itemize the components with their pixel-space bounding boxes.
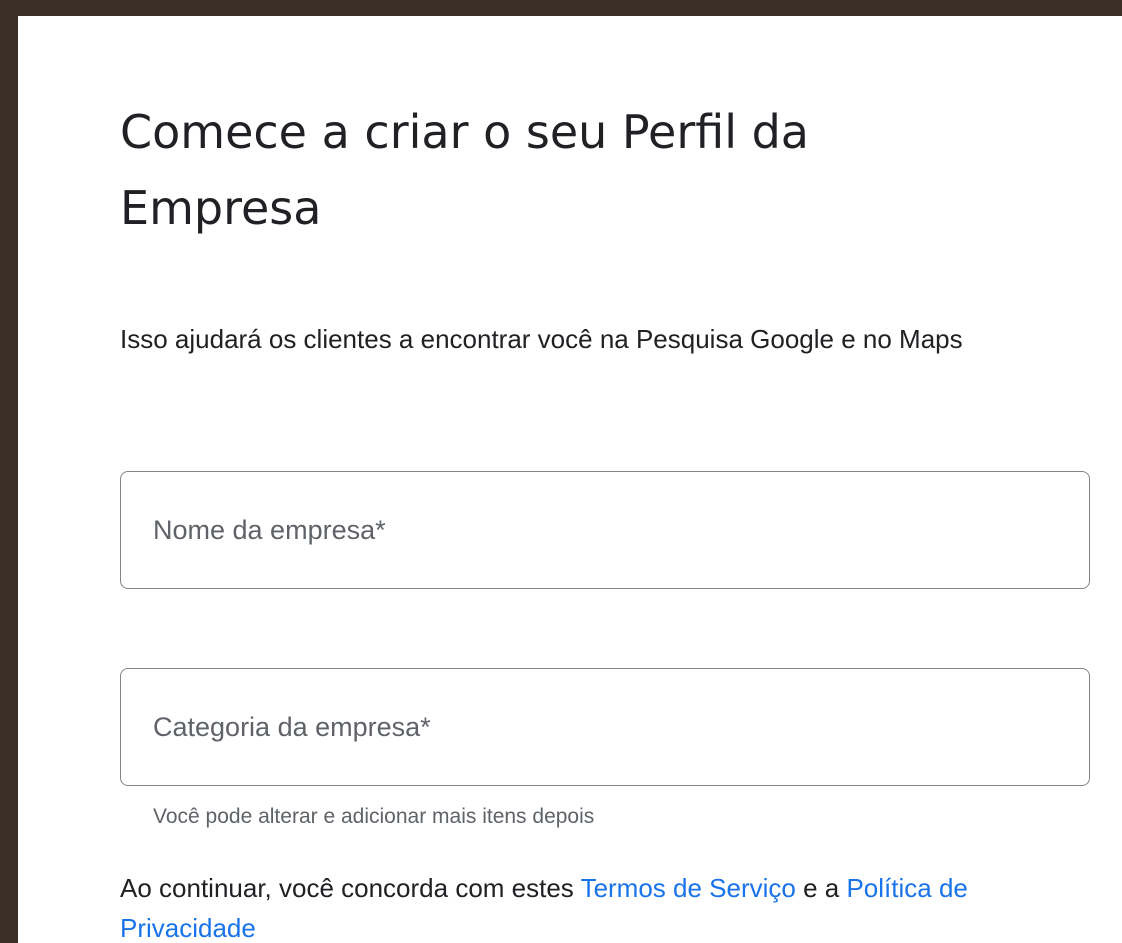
category-helper-text: Você pode alterar e adicionar mais itens… <box>153 805 595 828</box>
page-subtitle: Isso ajudará os clientes a encontrar voc… <box>120 324 963 354</box>
business-name-field[interactable] <box>120 471 1090 589</box>
terms-of-service-link[interactable]: Termos de Serviço <box>581 873 796 903</box>
terms-prefix: Ao continuar, você concorda com estes <box>120 873 581 903</box>
terms-notice: Ao continuar, você concorda com estes Te… <box>120 868 1080 943</box>
business-category-input[interactable] <box>153 669 1053 785</box>
page-title: Comece a criar o seu Perfil da Empresa <box>120 105 809 235</box>
business-name-input[interactable] <box>153 472 1053 588</box>
create-business-profile-panel: Comece a criar o seu Perfil da Empresa I… <box>18 16 1122 943</box>
business-category-field[interactable] <box>120 668 1090 786</box>
terms-middle: e a <box>795 873 847 903</box>
